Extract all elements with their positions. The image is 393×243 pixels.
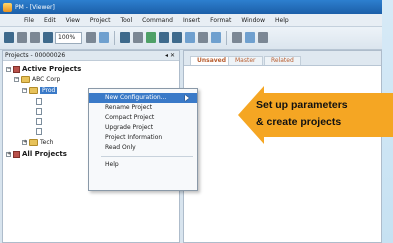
collapse-icon[interactable]: − xyxy=(22,88,27,93)
menu-insert[interactable]: Insert xyxy=(183,17,200,24)
project-panel-title: Projects - 00000026 xyxy=(5,52,66,59)
menu-help[interactable]: Help xyxy=(275,17,289,24)
tree-item-selected[interactable]: − Prod xyxy=(22,87,58,94)
folder-icon xyxy=(29,139,38,146)
menu-bar: File Edit View Project Tool Command Inse… xyxy=(0,14,382,27)
menu-file[interactable]: File xyxy=(24,17,34,24)
expand-icon[interactable]: + xyxy=(22,140,27,145)
chart-icon[interactable] xyxy=(146,32,156,43)
tree-label-abc-corp: ABC Corp xyxy=(32,76,61,83)
toolbar: 100% xyxy=(0,27,382,50)
toolbar-divider xyxy=(226,31,227,45)
callout-arrow: Set up parameters & create projects xyxy=(238,80,393,150)
monitor-icon[interactable] xyxy=(211,32,221,43)
context-menu: New Configuration... Rename Project Comp… xyxy=(88,88,198,191)
menu-window[interactable]: Window xyxy=(241,17,265,24)
columns-icon[interactable] xyxy=(172,32,182,43)
collapse-icon[interactable]: − xyxy=(6,66,11,72)
tree-item-active-projects[interactable]: − Active Projects xyxy=(6,65,81,73)
zoom-out-icon[interactable] xyxy=(43,32,53,43)
window-title: PM - [Viewer] xyxy=(15,3,55,11)
projects-icon xyxy=(13,65,20,73)
panel-close-icon[interactable]: ◂ ✕ xyxy=(165,51,175,60)
table-icon[interactable] xyxy=(133,32,143,43)
tree-label-selected: Prod xyxy=(40,87,58,94)
document-icon xyxy=(36,118,42,125)
save-icon[interactable] xyxy=(4,32,14,43)
projects-icon xyxy=(13,150,20,158)
tab-related[interactable]: Related xyxy=(264,56,301,65)
menu-edit[interactable]: Edit xyxy=(44,17,56,24)
menu-view[interactable]: View xyxy=(66,17,80,24)
zoom-select[interactable]: 100% xyxy=(55,32,82,44)
menu-command[interactable]: Command xyxy=(142,17,173,24)
tree-item-document[interactable] xyxy=(36,108,42,115)
callout-line-2: & create projects xyxy=(256,116,342,128)
menu-item-new-configuration[interactable]: New Configuration... xyxy=(89,93,197,103)
document-icon xyxy=(36,128,42,135)
zoom-in-icon[interactable] xyxy=(86,32,96,43)
menu-item-project-information[interactable]: Project Information xyxy=(89,133,197,143)
tree-item-document[interactable] xyxy=(36,118,42,125)
refresh-icon[interactable] xyxy=(99,32,109,43)
tree-label-tech: Tech xyxy=(40,139,54,146)
document-icon xyxy=(36,98,42,105)
tree-item-all-projects[interactable]: + All Projects xyxy=(6,150,67,158)
menu-item-rename-project[interactable]: Rename Project xyxy=(89,103,197,113)
mouse-pointer-icon xyxy=(185,95,189,101)
menu-divider xyxy=(101,156,193,157)
menu-item-upgrade-project[interactable]: Upgrade Project xyxy=(89,123,197,133)
report-icon[interactable] xyxy=(185,32,195,43)
tree-label-active-projects: Active Projects xyxy=(22,65,82,73)
tree-item-abc-corp[interactable]: − ABC Corp xyxy=(14,76,60,83)
tab-master[interactable]: Master xyxy=(228,56,263,65)
menu-item-help[interactable]: Help xyxy=(89,160,197,170)
print-icon[interactable] xyxy=(17,32,27,43)
link-icon[interactable] xyxy=(232,32,242,43)
callout-text: Set up parameters & create projects xyxy=(256,97,393,131)
menu-tool[interactable]: Tool xyxy=(120,17,132,24)
export-icon[interactable] xyxy=(198,32,208,43)
folder-icon xyxy=(29,87,38,94)
tab-unsaved[interactable]: Unsaved xyxy=(190,56,234,65)
menu-project[interactable]: Project xyxy=(90,17,111,24)
viewer-tabs: Unsaved Master Related xyxy=(184,51,381,66)
menu-item-read-only[interactable]: Read Only xyxy=(89,143,197,153)
document-icon xyxy=(36,108,42,115)
app-logo-icon xyxy=(3,2,12,12)
grid-icon[interactable] xyxy=(120,32,130,43)
collapse-icon[interactable]: − xyxy=(14,77,19,82)
tree-item-tech[interactable]: + Tech xyxy=(22,139,53,146)
tree-label-all-projects: All Projects xyxy=(22,150,67,158)
menu-item-compact-project[interactable]: Compact Project xyxy=(89,113,197,123)
menu-format[interactable]: Format xyxy=(210,17,231,24)
tree-item-document[interactable] xyxy=(36,98,42,105)
callout-line-1: Set up parameters xyxy=(256,99,348,111)
undo-icon[interactable] xyxy=(30,32,40,43)
menu-item-label: New Configuration... xyxy=(105,94,167,101)
settings-icon[interactable] xyxy=(258,32,268,43)
folder-icon xyxy=(21,76,30,83)
title-bar: PM - [Viewer] xyxy=(0,0,382,14)
tree-item-document[interactable] xyxy=(36,128,42,135)
project-panel-header: Projects - 00000026 ◂ ✕ xyxy=(3,51,179,61)
connect-icon[interactable] xyxy=(245,32,255,43)
toolbar-divider xyxy=(114,31,115,45)
layout-icon[interactable] xyxy=(159,32,169,43)
expand-icon[interactable]: + xyxy=(6,151,11,157)
